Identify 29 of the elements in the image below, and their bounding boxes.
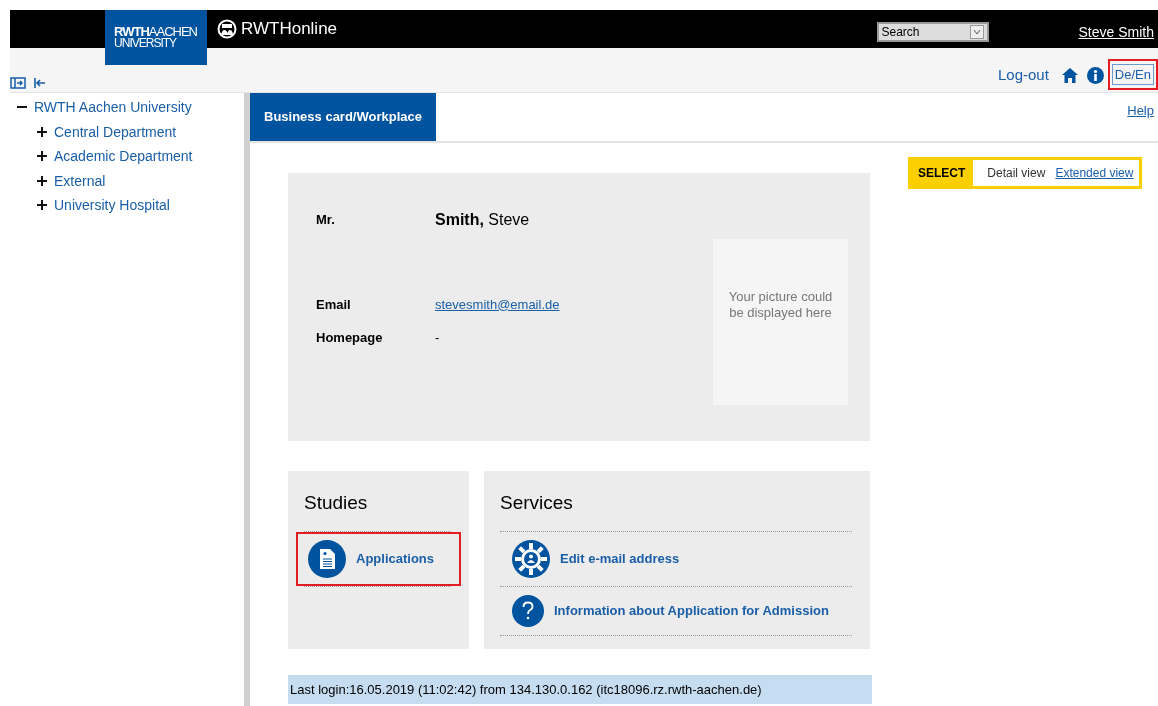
help-link[interactable]: Help: [1127, 101, 1154, 121]
email-link[interactable]: stevesmith@email.de: [435, 294, 560, 328]
view-option[interactable]: Detail view: [987, 163, 1046, 182]
tree-item[interactable]: Central Department: [54, 119, 177, 144]
tree-item[interactable]: External: [54, 168, 106, 193]
panel-title: Services: [500, 490, 574, 515]
service-link[interactable]: Edit e-mail address: [500, 532, 852, 586]
tree-item[interactable]: University Hospital: [54, 193, 170, 218]
view-option[interactable]: Extended view: [1055, 163, 1134, 182]
app-name: RWTHonline: [241, 18, 338, 41]
person-name: Smith, Steve: [435, 209, 530, 230]
tab[interactable]: Business card/Workplace: [250, 93, 436, 141]
photo-caption: Your picture could be displayed here: [728, 288, 833, 320]
salutation-label: Mr.: [316, 210, 336, 229]
tree-item[interactable]: RWTH Aachen University: [34, 95, 192, 120]
logout-link[interactable]: Log-out: [998, 63, 1049, 86]
field-label: Email: [316, 295, 352, 314]
field-value: -: [435, 328, 440, 347]
search-dropdown[interactable]: Search: [876, 22, 989, 42]
user-link[interactable]: Steve Smith: [1078, 22, 1154, 43]
university-logo[interactable]: RWTHAACHEN UNIVERSITY: [105, 10, 207, 65]
service-link[interactable]: Applications: [296, 532, 461, 586]
service-link[interactable]: Information about Application for Admission: [500, 587, 852, 635]
last-login-text: Last login:16.05.2019 (11:02:42) from 134.130.0.162 (itc18096.rz.rwth-aachen.de): [288, 674, 872, 704]
language-toggle[interactable]: De/En: [1111, 63, 1154, 85]
select-label: SELECT: [911, 159, 974, 186]
field-label: Homepage: [316, 328, 384, 347]
panel-title: Studies: [304, 490, 369, 515]
tree-item[interactable]: Academic Department: [54, 144, 193, 169]
